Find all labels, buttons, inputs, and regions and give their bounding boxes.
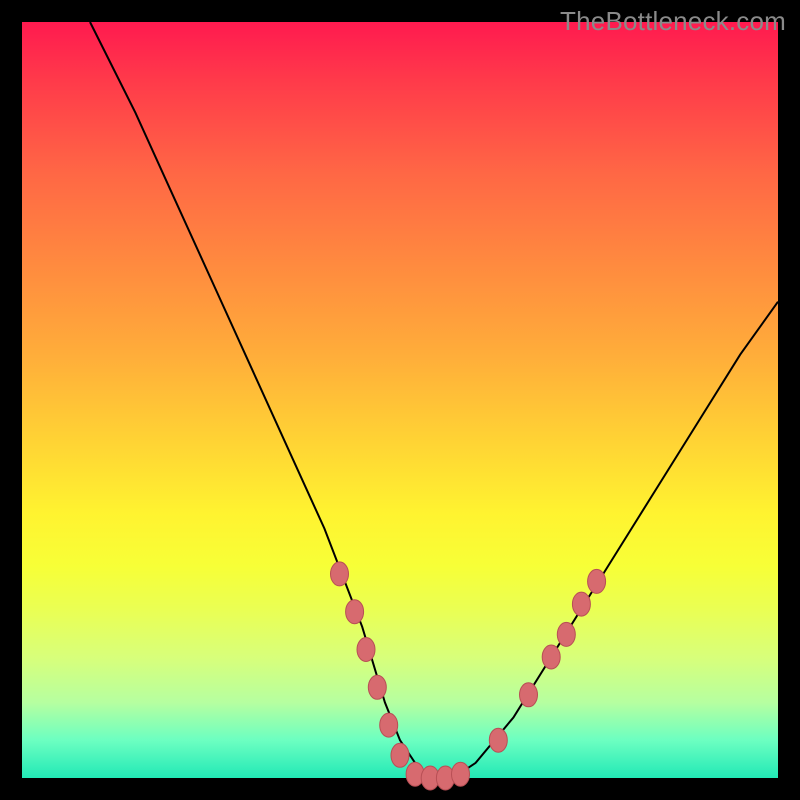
marker-dot xyxy=(557,622,575,646)
marker-dot xyxy=(346,600,364,624)
plot-area xyxy=(22,22,778,778)
marker-dots xyxy=(331,562,606,790)
marker-dot xyxy=(520,683,538,707)
bottleneck-curve-svg xyxy=(22,22,778,778)
marker-dot xyxy=(542,645,560,669)
marker-dot xyxy=(572,592,590,616)
watermark-label: TheBottleneck.com xyxy=(560,6,786,37)
marker-dot xyxy=(357,638,375,662)
marker-dot xyxy=(380,713,398,737)
marker-dot xyxy=(489,728,507,752)
bottleneck-curve-path xyxy=(90,22,778,778)
marker-dot xyxy=(368,675,386,699)
marker-dot xyxy=(588,569,606,593)
marker-dot xyxy=(331,562,349,586)
marker-dot xyxy=(452,762,470,786)
marker-dot xyxy=(391,743,409,767)
chart-frame: TheBottleneck.com xyxy=(0,0,800,800)
